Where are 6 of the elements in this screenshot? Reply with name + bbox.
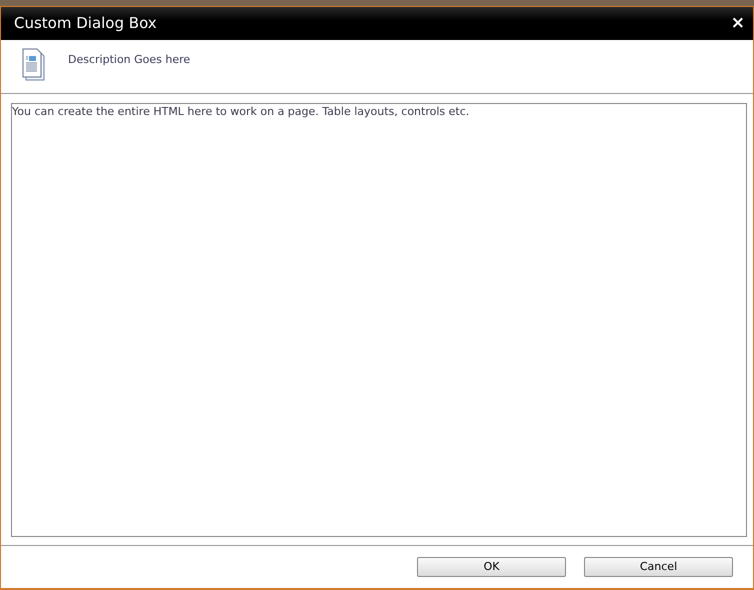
dialog-title: Custom Dialog Box <box>14 13 157 34</box>
dialog-button[interactable]: OK <box>417 557 566 577</box>
content-text: You can create the entire HTML here to work on a page. Table layouts, controls etc. <box>12 105 470 118</box>
dialog-button[interactable]: Cancel <box>584 557 733 577</box>
close-button[interactable]: × <box>728 15 747 32</box>
description-text: Description Goes here <box>68 52 190 68</box>
